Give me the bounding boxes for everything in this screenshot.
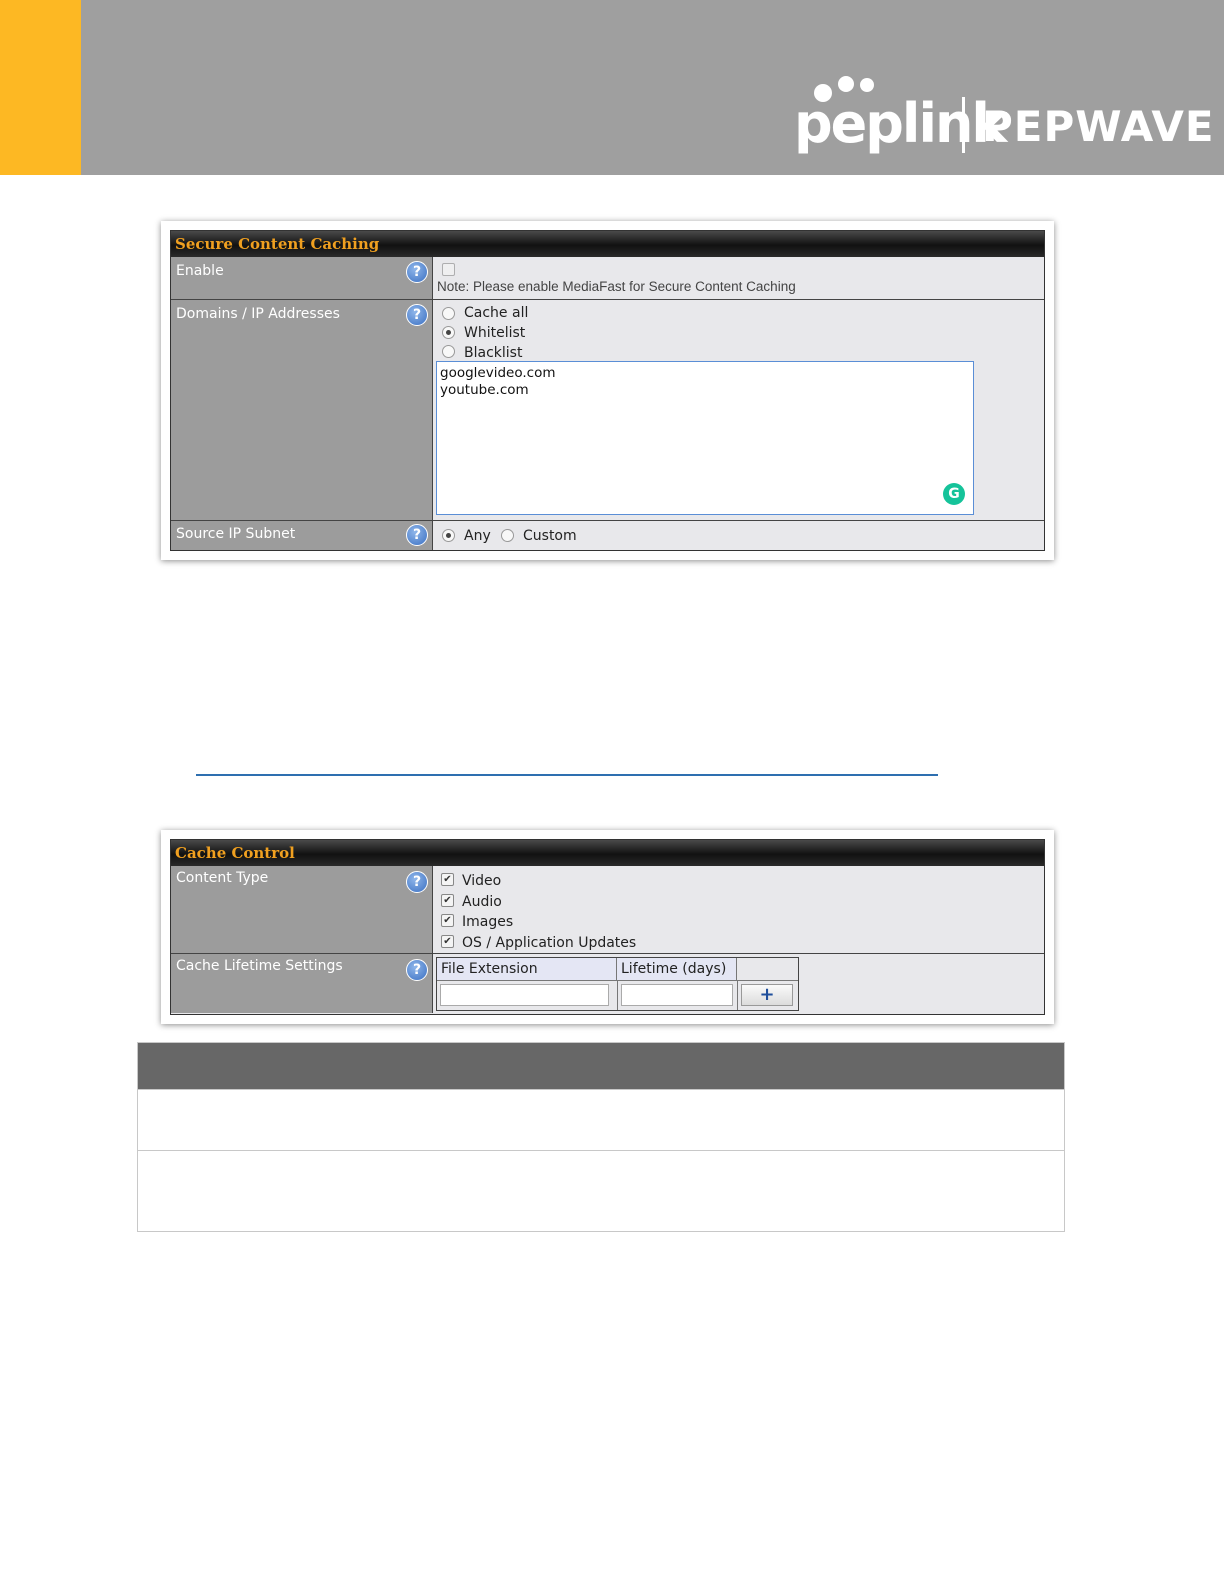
- any-radio[interactable]: [442, 529, 455, 542]
- brand-logo: peplink PEPWAVE: [794, 72, 1214, 162]
- domain-entry: youtube.com: [440, 382, 529, 398]
- source-ip-row: Source IP Subnet ? Any Custom: [171, 520, 1044, 550]
- domain-entry: googlevideo.com: [440, 365, 556, 381]
- content-type-label-cell: Content Type ?: [171, 866, 433, 953]
- source-ip-value-cell: Any Custom: [433, 521, 1044, 550]
- lifetime-days-input[interactable]: [621, 984, 733, 1006]
- whitelist-label: Whitelist: [464, 325, 526, 341]
- cache-all-label: Cache all: [464, 305, 529, 321]
- enable-checkbox[interactable]: [442, 263, 455, 276]
- content-type-row: Content Type ? ✔ Video ✔ Audio ✔ Images …: [171, 866, 1044, 953]
- content-type-value-cell: ✔ Video ✔ Audio ✔ Images ✔ OS / Applicat…: [433, 866, 1044, 953]
- any-label: Any: [464, 528, 491, 544]
- audio-checkbox[interactable]: ✔: [441, 894, 454, 907]
- logo-pepwave-text: PEPWAVE: [982, 102, 1215, 151]
- cache-control-panel: Cache Control Content Type ? ✔ Video ✔ A…: [161, 830, 1054, 1024]
- cache-lifetime-row: Cache Lifetime Settings ? File Extension…: [171, 953, 1044, 1013]
- domains-value-cell: Cache all Whitelist Blacklist googlevide…: [433, 300, 1044, 520]
- enable-row: Enable ? Note: Please enable MediaFast f…: [171, 257, 1044, 299]
- enable-label-cell: Enable ?: [171, 257, 433, 299]
- logo-peplink-text: peplink: [794, 92, 1007, 155]
- domains-label: Domains / IP Addresses: [176, 306, 340, 322]
- mediafast-note: Note: Please enable MediaFast for Secure…: [437, 279, 796, 294]
- page-header: peplink PEPWAVE: [0, 0, 1224, 175]
- custom-label: Custom: [523, 528, 577, 544]
- panel-title: Cache Control: [171, 840, 1044, 866]
- secure-content-caching-panel: Secure Content Caching Enable ? Note: Pl…: [161, 221, 1054, 560]
- help-icon[interactable]: ?: [406, 524, 428, 546]
- source-ip-label-cell: Source IP Subnet ?: [171, 521, 433, 550]
- file-extension-input[interactable]: [440, 984, 609, 1006]
- header-accent-bar: [0, 0, 81, 175]
- cache-lifetime-value-cell: File Extension Lifetime (days) +: [433, 954, 1044, 1013]
- cache-all-radio[interactable]: [442, 307, 455, 320]
- content-type-label: Content Type: [176, 870, 269, 886]
- blacklist-label: Blacklist: [464, 345, 523, 361]
- panel-title: Secure Content Caching: [171, 231, 1044, 257]
- os-updates-checkbox[interactable]: ✔: [441, 935, 454, 948]
- add-lifetime-button[interactable]: +: [741, 984, 793, 1006]
- spec-table-row: [138, 1089, 1064, 1150]
- video-checkbox[interactable]: ✔: [441, 873, 454, 886]
- help-icon[interactable]: ?: [406, 304, 428, 326]
- lifetime-table: File Extension Lifetime (days) +: [436, 957, 799, 1011]
- domains-label-cell: Domains / IP Addresses ?: [171, 300, 433, 520]
- help-icon[interactable]: ?: [406, 959, 428, 981]
- file-extension-header: File Extension: [437, 958, 617, 980]
- images-checkbox[interactable]: ✔: [441, 914, 454, 927]
- cache-lifetime-label: Cache Lifetime Settings: [176, 958, 343, 974]
- grammarly-icon[interactable]: G: [943, 483, 965, 505]
- spec-table-row: [138, 1150, 1064, 1232]
- custom-radio[interactable]: [501, 529, 514, 542]
- images-label: Images: [462, 914, 514, 930]
- spec-table: [137, 1042, 1065, 1232]
- blacklist-radio[interactable]: [442, 345, 455, 358]
- enable-label: Enable: [176, 263, 224, 279]
- audio-label: Audio: [462, 894, 502, 910]
- help-icon[interactable]: ?: [406, 261, 428, 283]
- lifetime-days-header: Lifetime (days): [617, 958, 737, 980]
- logo-separator: [962, 97, 965, 153]
- os-updates-label: OS / Application Updates: [462, 935, 637, 951]
- help-icon[interactable]: ?: [406, 871, 428, 893]
- whitelist-radio[interactable]: [442, 326, 455, 339]
- domains-textarea[interactable]: googlevideo.com youtube.com G: [436, 361, 974, 515]
- domains-row: Domains / IP Addresses ? Cache all White…: [171, 299, 1044, 520]
- source-ip-label: Source IP Subnet: [176, 526, 296, 542]
- spec-table-header: [138, 1043, 1064, 1089]
- enable-value-cell: Note: Please enable MediaFast for Secure…: [433, 257, 1044, 299]
- cache-lifetime-label-cell: Cache Lifetime Settings ?: [171, 954, 433, 1013]
- video-label: Video: [462, 873, 502, 889]
- section-divider: [196, 774, 938, 776]
